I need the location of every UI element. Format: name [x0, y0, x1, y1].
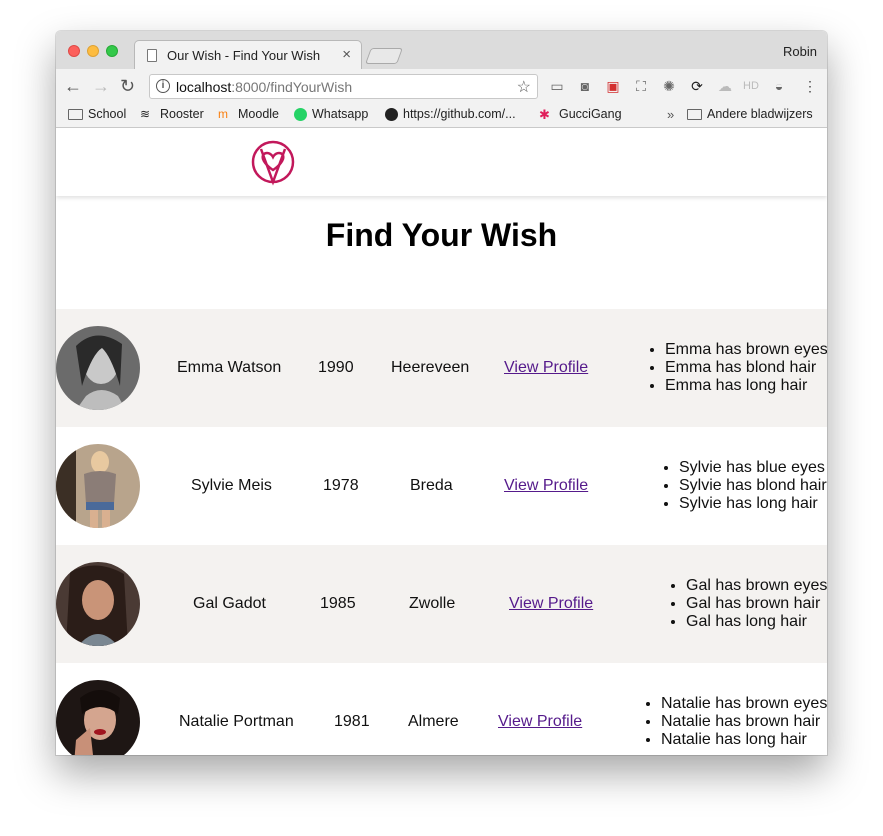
- folder-icon: [68, 108, 83, 120]
- avatar: [56, 326, 140, 410]
- list-item: Gal has brown eyes: [686, 577, 827, 595]
- avatar: [56, 444, 140, 528]
- birth-year: 1978: [323, 477, 359, 494]
- bookmarks-more-icon[interactable]: »: [667, 107, 674, 122]
- forward-button[interactable]: →: [92, 75, 110, 97]
- profile-name[interactable]: Robin: [783, 44, 817, 59]
- screenshot-icon[interactable]: ⛶: [632, 77, 650, 95]
- person-name: Emma Watson: [177, 359, 282, 376]
- whatsapp-icon: [294, 107, 307, 121]
- bookmark-moodle[interactable]: m Moodle: [218, 107, 279, 121]
- table-row: Emma Watson 1990 Heereveen View Profile …: [56, 309, 827, 427]
- avatar: [56, 562, 140, 646]
- table-row: Sylvie Meis 1978 Breda View Profile Sylv…: [56, 427, 827, 545]
- camera-icon[interactable]: ◙: [576, 77, 594, 95]
- browser-toolbar: ← → ↻ i localhost:8000/findYourWish ☆ ▭ …: [56, 69, 827, 104]
- media-extension-icon[interactable]: ▣: [604, 77, 622, 95]
- list-item: Sylvie has blue eyes: [679, 459, 827, 477]
- city: Zwolle: [409, 595, 456, 612]
- menu-icon[interactable]: ⋮: [801, 77, 819, 95]
- table-row: Natalie Portman 1981 Almere View Profile…: [56, 663, 827, 755]
- page-content: Find Your Wish Emma Watson 1990 Heerevee…: [56, 129, 827, 755]
- traits-list: Gal has brown eyes Gal has brown hair Ga…: [686, 577, 827, 631]
- tab-title: Our Wish - Find Your Wish: [167, 48, 321, 63]
- list-item: Gal has brown hair: [686, 595, 827, 613]
- table-row: Gal Gadot 1985 Zwolle View Profile Gal h…: [56, 545, 827, 663]
- view-profile-link[interactable]: View Profile: [498, 713, 582, 731]
- cloud-icon[interactable]: ☁: [716, 77, 734, 95]
- traits-list: Emma has brown eyes Emma has blond hair …: [665, 341, 827, 395]
- back-button[interactable]: ←: [64, 75, 82, 97]
- tab-active[interactable]: Our Wish - Find Your Wish ×: [134, 40, 362, 69]
- cast-icon[interactable]: ▭: [548, 77, 566, 95]
- site-header: [56, 129, 827, 196]
- city: Heereveen: [391, 359, 470, 376]
- person-name: Gal Gadot: [193, 595, 266, 612]
- list-item: Emma has brown eyes: [665, 341, 827, 359]
- browser-window: Our Wish - Find Your Wish × Robin ← → ↻ …: [56, 31, 827, 755]
- bookmark-star-icon[interactable]: ☆: [517, 77, 531, 97]
- maximize-window-button[interactable]: [106, 45, 118, 57]
- city: Almere: [408, 713, 459, 730]
- moodle-icon: m: [218, 106, 228, 121]
- list-item: Sylvie has blond hair: [679, 477, 827, 495]
- new-tab-button[interactable]: [365, 48, 403, 64]
- folder-icon: [687, 108, 702, 120]
- list-item: Emma has blond hair: [665, 359, 827, 377]
- bookmark-whatsapp[interactable]: Whatsapp: [294, 107, 368, 121]
- slack-icon: ✱: [539, 106, 550, 122]
- birth-year: 1981: [334, 713, 370, 730]
- birth-year: 1990: [318, 359, 354, 376]
- bookmark-other[interactable]: Andere bladwijzers: [687, 107, 813, 121]
- list-item: Natalie has brown hair: [661, 713, 827, 731]
- person-name: Sylvie Meis: [191, 477, 272, 494]
- bookmark-school[interactable]: School: [68, 107, 126, 121]
- person-name: Natalie Portman: [179, 713, 294, 730]
- bookmark-github[interactable]: https://github.com/...: [385, 107, 516, 121]
- document-icon: [147, 49, 157, 62]
- birth-year: 1985: [320, 595, 356, 612]
- wifi-icon: ≋: [140, 106, 151, 121]
- minimize-window-button[interactable]: [87, 45, 99, 57]
- settings-extension-icon[interactable]: ✺: [660, 77, 678, 95]
- city: Breda: [410, 477, 453, 494]
- close-window-button[interactable]: [68, 45, 80, 57]
- bookmark-guccigang[interactable]: ✱ GucciGang: [539, 107, 622, 121]
- view-profile-link[interactable]: View Profile: [504, 477, 588, 495]
- tab-close-icon[interactable]: ×: [342, 46, 351, 63]
- list-item: Gal has long hair: [686, 613, 827, 631]
- url-text[interactable]: localhost:8000/findYourWish: [176, 79, 352, 95]
- tab-strip: Our Wish - Find Your Wish × Robin: [56, 31, 827, 69]
- traits-list: Sylvie has blue eyes Sylvie has blond ha…: [679, 459, 827, 513]
- github-icon: [385, 107, 398, 121]
- bookmark-rooster[interactable]: ≋ Rooster: [140, 107, 204, 121]
- view-profile-link[interactable]: View Profile: [509, 595, 593, 613]
- page-title: Find Your Wish: [325, 217, 558, 253]
- list-item: Emma has long hair: [665, 377, 827, 395]
- reload-button[interactable]: ↻: [120, 75, 135, 97]
- traits-list: Natalie has brown eyes Natalie has brown…: [661, 695, 827, 749]
- bookmarks-bar: School ≋ Rooster m Moodle Whatsapp https…: [56, 104, 827, 128]
- avatar: [56, 680, 140, 755]
- hd-icon[interactable]: HD: [742, 77, 760, 95]
- incognito-icon[interactable]: ◒: [770, 77, 788, 95]
- list-item: Natalie has long hair: [661, 731, 827, 749]
- list-item: Natalie has brown eyes: [661, 695, 827, 713]
- heart-logo-icon[interactable]: [248, 137, 298, 187]
- view-profile-link[interactable]: View Profile: [504, 359, 588, 377]
- info-icon[interactable]: i: [156, 79, 170, 93]
- sync-icon[interactable]: ⟳: [688, 77, 706, 95]
- list-item: Sylvie has long hair: [679, 495, 827, 513]
- address-bar[interactable]: i localhost:8000/findYourWish ☆: [149, 74, 538, 99]
